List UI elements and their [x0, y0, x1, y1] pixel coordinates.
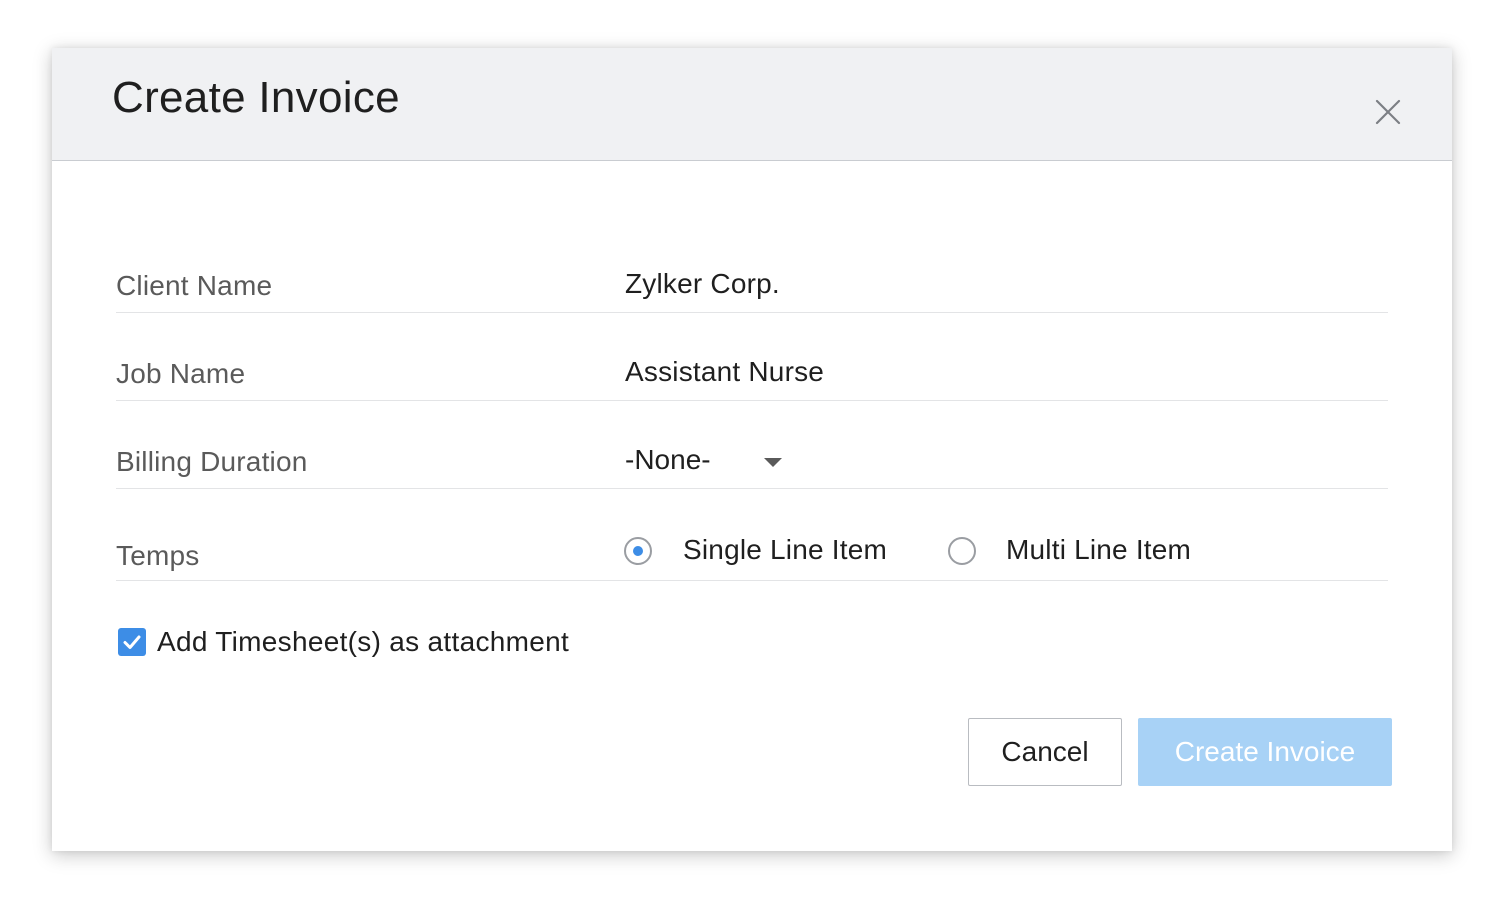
billing-duration-row: Billing Duration -None-	[116, 442, 1388, 489]
radio-multi-line-item-label: Multi Line Item	[1006, 534, 1192, 565]
client-name-label: Client Name	[116, 270, 273, 301]
radio-dot	[633, 546, 643, 556]
client-name-row: Client Name Zylker Corp.	[116, 266, 1388, 313]
dialog-header: Create Invoice	[52, 48, 1452, 161]
cancel-button[interactable]: Cancel	[968, 718, 1122, 786]
close-icon	[1375, 99, 1401, 125]
checkbox-checked	[118, 628, 146, 656]
radio-checked-icon	[624, 537, 652, 565]
create-invoice-button[interactable]: Create Invoice	[1138, 718, 1392, 786]
attach-timesheets-label: Add Timesheet(s) as attachment	[157, 626, 570, 657]
temps-row: Temps Single Line Item Multi Line Item	[116, 534, 1388, 581]
client-name-value: Zylker Corp.	[625, 268, 780, 299]
create-invoice-dialog: Create Invoice Client Name Zylker Corp. …	[52, 48, 1452, 851]
billing-duration-select[interactable]: -None-	[625, 442, 795, 482]
checkmark-icon	[123, 635, 141, 649]
job-name-row: Job Name Assistant Nurse	[116, 354, 1388, 401]
temps-label: Temps	[116, 540, 200, 571]
radio-single-line-item-label: Single Line Item	[683, 534, 887, 565]
radio-unchecked-icon	[948, 537, 976, 565]
close-button[interactable]	[1370, 94, 1406, 130]
caret-down-icon	[764, 458, 782, 467]
job-name-value: Assistant Nurse	[625, 356, 825, 387]
dialog-title: Create Invoice	[112, 73, 400, 122]
radio-multi-line-item[interactable]: Multi Line Item	[948, 534, 1218, 574]
billing-duration-label: Billing Duration	[116, 446, 308, 477]
job-name-label: Job Name	[116, 358, 246, 389]
billing-duration-selected: -None-	[625, 444, 711, 475]
radio-single-line-item[interactable]: Single Line Item	[624, 534, 914, 574]
